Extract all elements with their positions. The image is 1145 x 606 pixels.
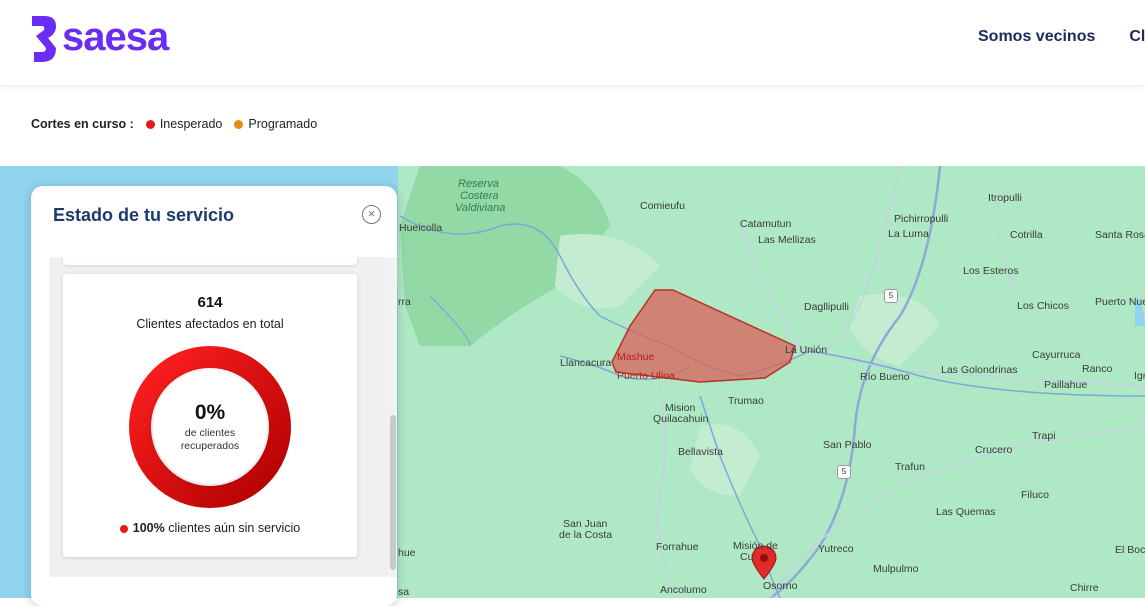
red-dot-icon: [119, 524, 128, 533]
map-label: El Boc: [1115, 544, 1145, 556]
map-label: Llancacura: [560, 357, 612, 369]
legend-scheduled: Programado: [234, 117, 317, 131]
map-label: Trafun: [895, 461, 925, 473]
map-label: Cu: [740, 551, 754, 563]
legend-title: Cortes en curso :: [31, 117, 134, 131]
map-label: Río Bueno: [860, 371, 910, 383]
map-label: Paillahue: [1044, 379, 1088, 391]
map-label: Dagllipulli: [804, 301, 849, 313]
saesa-logo[interactable]: saesa: [30, 14, 169, 64]
map-label: Trumao: [728, 395, 764, 407]
outage-legend: Cortes en curso : Inesperado Programado: [0, 85, 1145, 166]
map-label: Pichirropulli: [894, 213, 949, 225]
legend-unexpected-label: Inesperado: [159, 117, 223, 131]
map-label: Las Quemas: [936, 506, 996, 518]
map-label: hue: [398, 547, 416, 559]
map-label: Puerto Nue: [1095, 296, 1145, 308]
map-label: Trapi: [1032, 430, 1056, 442]
map-label: rra: [398, 296, 411, 308]
highway-shield-icon: 5: [884, 289, 898, 303]
map-label: Costera: [460, 190, 499, 202]
map-label: de la Costa: [559, 529, 613, 541]
map-label: Quilacahuin: [653, 413, 709, 425]
map-label: Itropulli: [988, 192, 1022, 204]
recovered-percent: 0%: [194, 401, 226, 424]
affected-label: Clientes afectados en total: [136, 317, 284, 331]
map-label: La Luma: [888, 228, 929, 240]
map-label: Hueicolla: [399, 222, 443, 234]
map-label: Los Chicos: [1017, 300, 1069, 312]
map-label: Ancolumo: [660, 584, 707, 596]
map-label: Osorno: [763, 580, 798, 592]
map-label: Las Mellizas: [758, 234, 816, 246]
map-label: Igr: [1134, 370, 1145, 382]
previous-card: [63, 257, 357, 265]
highway-shield-icon: 5: [837, 465, 851, 479]
map-label: Chirre: [1070, 582, 1099, 594]
map-label: San Pablo: [823, 439, 872, 451]
close-icon[interactable]: ×: [362, 205, 381, 224]
map-label: Comieufu: [640, 200, 685, 212]
legend-unexpected: Inesperado: [145, 117, 223, 131]
map-label: Filuco: [1021, 489, 1050, 501]
map-label: Yutreco: [818, 543, 854, 555]
red-dot-icon: [145, 119, 155, 129]
map-label: Cayurruca: [1032, 349, 1081, 361]
map-label: Valdiviana: [455, 202, 506, 214]
panel-scroll-area[interactable]: 614 Clientes afectados en total 0% de cl…: [49, 257, 389, 577]
map-label: La Unión: [785, 344, 828, 356]
recovered-label-1: de clientes: [184, 427, 236, 439]
map-label: Puerto Ulloa: [617, 370, 675, 382]
panel-scrollbar[interactable]: [389, 257, 397, 577]
nav-clientes[interactable]: Cli: [1129, 28, 1145, 46]
map-label: sa: [398, 586, 410, 598]
main-nav: Somos vecinos Cli: [978, 28, 1145, 46]
map-label: Catamutun: [740, 218, 792, 230]
map-label: Santa Rosa: [1095, 229, 1145, 241]
legend-scheduled-label: Programado: [248, 117, 318, 131]
map-label: Las Golondrinas: [941, 364, 1018, 376]
panel-title: Estado de tu servicio: [53, 205, 235, 225]
map-label: Reserva: [458, 178, 499, 190]
map-label: Mashue: [617, 351, 655, 363]
logo-text: saesa: [62, 14, 169, 59]
affected-count: 614: [197, 294, 223, 311]
map-label: Los Esteros: [963, 265, 1019, 277]
map-label: Crucero: [975, 444, 1013, 456]
without-service-status: 100% clientes aún sin servicio: [63, 521, 357, 535]
nav-somos-vecinos[interactable]: Somos vecinos: [978, 28, 1095, 46]
orange-dot-icon: [234, 119, 244, 129]
scrollbar-thumb[interactable]: [390, 415, 396, 570]
map-label: Mulpulmo: [873, 563, 919, 575]
site-header: saesa Somos vecinos Cli: [0, 0, 1145, 85]
map-label: Ranco: [1082, 363, 1113, 375]
map-label: Bellavista: [678, 446, 723, 458]
without-service-label: clientes aún sin servicio: [168, 521, 301, 535]
without-service-percent: 100%: [132, 521, 165, 535]
saesa-logo-mark-icon: [32, 16, 56, 62]
map-label: Cotrilla: [1010, 229, 1043, 241]
service-status-panel: Estado de tu servicio × 614 Clientes afe…: [31, 186, 397, 606]
affected-clients-card: 614 Clientes afectados en total 0% de cl…: [63, 274, 357, 557]
recovered-label-2: recuperados: [180, 440, 240, 452]
map-label: Forrahue: [656, 541, 699, 553]
